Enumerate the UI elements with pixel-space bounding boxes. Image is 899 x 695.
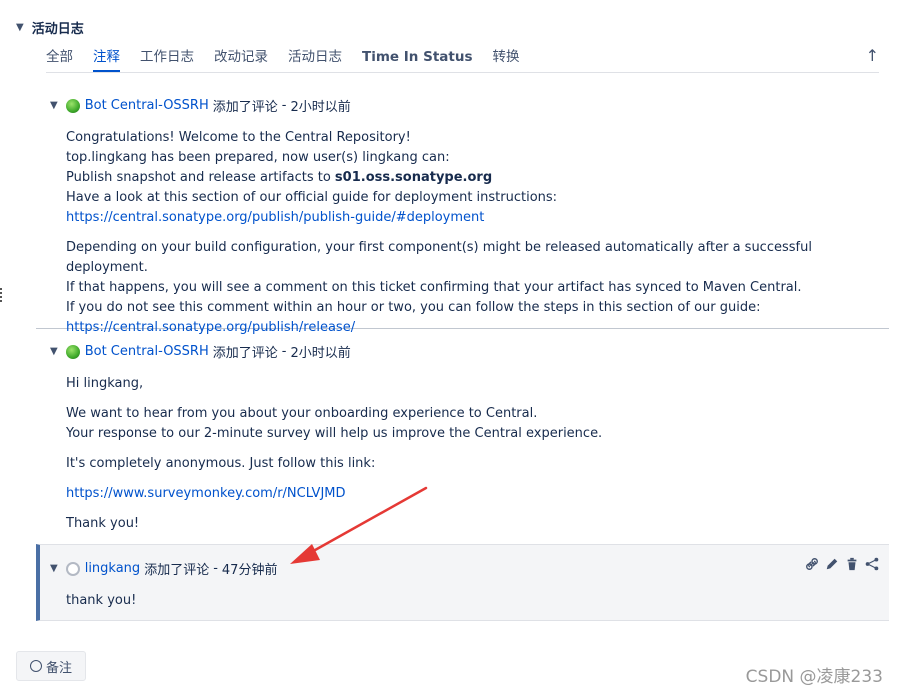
comment-author-link[interactable]: Bot Central-OSSRH bbox=[85, 344, 209, 359]
tab-activity[interactable]: 活动日志 bbox=[288, 46, 342, 72]
tab-history[interactable]: 改动记录 bbox=[214, 46, 268, 72]
activity-section-header[interactable]: ▼ 活动日志 bbox=[16, 18, 84, 37]
comment-author-link[interactable]: lingkang bbox=[85, 561, 140, 576]
time-separator: - bbox=[281, 344, 287, 359]
chevron-down-icon[interactable]: ▼ bbox=[50, 563, 58, 574]
tab-worklog[interactable]: 工作日志 bbox=[140, 46, 194, 72]
comment-header: ▼ Bot Central-OSSRH 添加了评论 - 2小时以前 bbox=[50, 96, 351, 115]
comment-text: Thank you! bbox=[66, 516, 140, 531]
comment-text: If that happens, you will see a comment … bbox=[66, 280, 802, 295]
comment-timestamp: 47分钟前 bbox=[221, 563, 278, 578]
activity-tabs: 全部 注释 工作日志 改动记录 活动日志 Time In Status 转换 ↑ bbox=[46, 46, 879, 73]
edit-icon[interactable] bbox=[825, 557, 839, 575]
tab-comments[interactable]: 注释 bbox=[93, 46, 120, 72]
section-title: 活动日志 bbox=[31, 22, 84, 37]
repository-host: s01.oss.sonatype.org bbox=[334, 170, 493, 185]
comment-text: thank you! bbox=[66, 593, 137, 608]
comment-timestamp: 2小时以前 bbox=[290, 346, 351, 361]
chevron-down-icon[interactable]: ▼ bbox=[50, 346, 58, 357]
comment-action-text: 添加了评论 bbox=[212, 346, 278, 361]
comment-action-text: 添加了评论 bbox=[212, 100, 278, 115]
chevron-down-icon[interactable]: ▼ bbox=[50, 100, 58, 111]
comment-text: top.lingkang has been prepared, now user… bbox=[66, 150, 450, 165]
comment-action-text: 添加了评论 bbox=[144, 563, 210, 578]
time-separator: - bbox=[281, 98, 287, 113]
deployment-guide-link[interactable]: https://central.sonatype.org/publish/pub… bbox=[66, 210, 484, 225]
chevron-down-icon[interactable]: ▼ bbox=[16, 22, 24, 33]
comment-text: We want to hear from you about your onbo… bbox=[66, 406, 538, 421]
comment-header: ▼ lingkang 添加了评论 - 47分钟前 bbox=[50, 559, 277, 578]
comment-bubble-icon bbox=[29, 660, 42, 672]
comment-item-highlighted: ▼ lingkang 添加了评论 - 47分钟前 thank you! bbox=[36, 544, 889, 621]
comment-timestamp: 2小时以前 bbox=[290, 100, 351, 115]
comment-text: Congratulations! Welcome to the Central … bbox=[66, 130, 411, 145]
comment-toolbar bbox=[799, 557, 879, 575]
comment-body: Congratulations! Welcome to the Central … bbox=[66, 128, 869, 348]
comment-body: thank you! bbox=[66, 591, 869, 611]
tab-time-in-status[interactable]: Time In Status bbox=[362, 46, 472, 72]
comment-text: Publish snapshot and release artifacts t… bbox=[66, 170, 335, 185]
avatar bbox=[65, 98, 80, 113]
delete-icon[interactable] bbox=[845, 557, 859, 575]
comment-text: Hi lingkang, bbox=[66, 376, 144, 391]
comment-text: It's completely anonymous. Just follow t… bbox=[66, 456, 376, 471]
add-comment-label: 备注 bbox=[45, 660, 72, 676]
comment-author-link[interactable]: Bot Central-OSSRH bbox=[85, 98, 209, 113]
time-separator: - bbox=[213, 561, 218, 576]
share-icon[interactable] bbox=[865, 557, 879, 575]
link-icon[interactable] bbox=[805, 557, 819, 575]
avatar bbox=[65, 344, 80, 359]
comment-header: ▼ Bot Central-OSSRH 添加了评论 - 2小时以前 bbox=[50, 342, 351, 361]
resize-handle[interactable] bbox=[0, 288, 3, 302]
comment-text: Depending on your build configuration, y… bbox=[66, 240, 812, 275]
sort-order-icon[interactable]: ↑ bbox=[866, 46, 879, 66]
comment-text: Your response to our 2-minute survey wil… bbox=[66, 426, 603, 441]
comment-text: Have a look at this section of our offic… bbox=[66, 190, 558, 205]
tab-all[interactable]: 全部 bbox=[46, 46, 73, 72]
comment-text: If you do not see this comment within an… bbox=[66, 300, 761, 315]
add-comment-button[interactable]: 备注 bbox=[16, 651, 86, 681]
survey-link[interactable]: https://www.surveymonkey.com/r/NCLVJMD bbox=[66, 486, 346, 501]
comment-item: ▼ Bot Central-OSSRH 添加了评论 - 2小时以前 Congra… bbox=[36, 84, 889, 335]
comment-item: ▼ Bot Central-OSSRH 添加了评论 - 2小时以前 Hi lin… bbox=[36, 330, 889, 545]
avatar bbox=[65, 561, 80, 576]
watermark: CSDN @凌康233 bbox=[745, 667, 883, 687]
comment-body: Hi lingkang, We want to hear from you ab… bbox=[66, 374, 869, 544]
tab-transitions[interactable]: 转换 bbox=[492, 46, 519, 72]
